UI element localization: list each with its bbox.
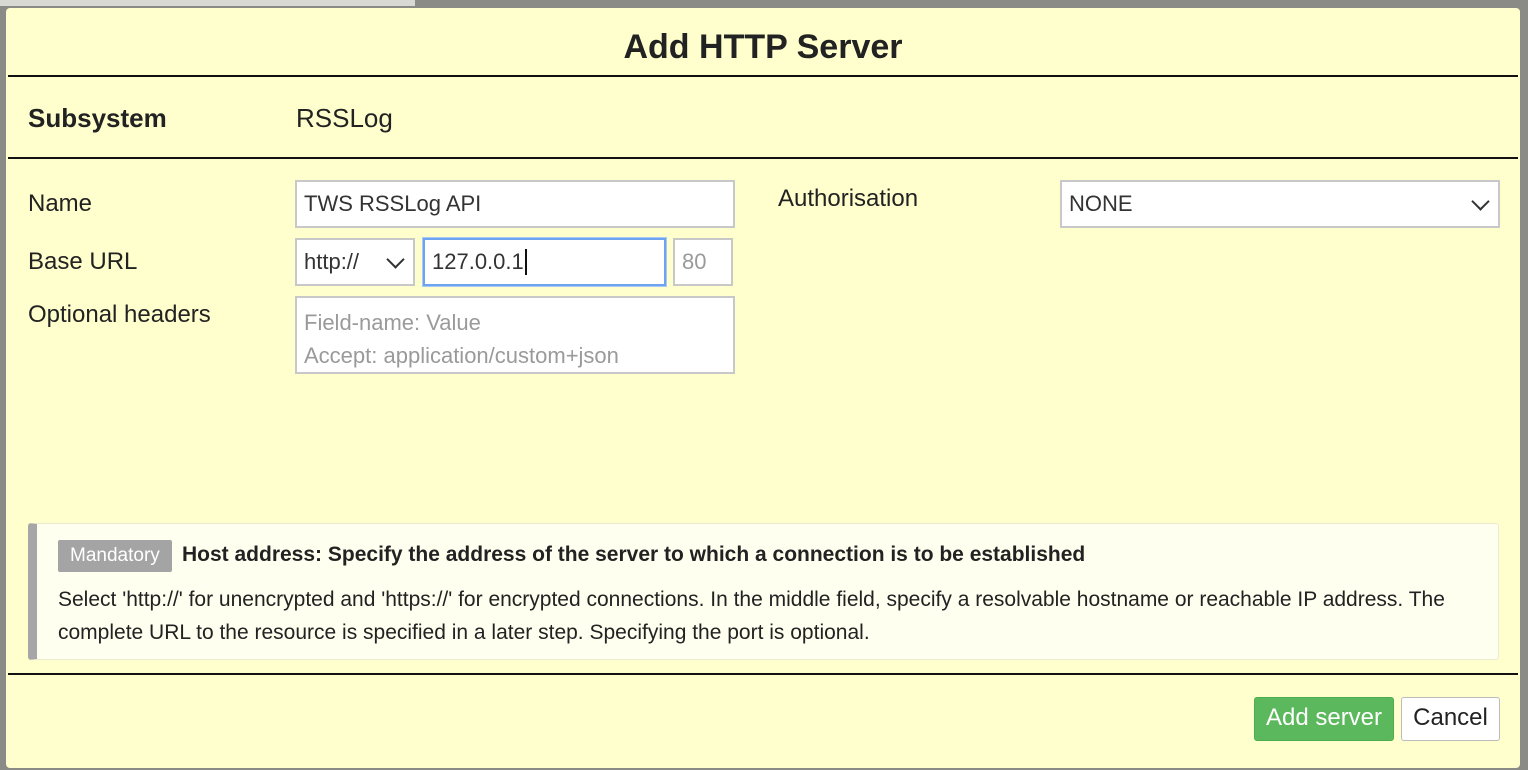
host-input[interactable]: 127.0.0.1 [423, 238, 666, 286]
optional-headers-textarea[interactable]: Field-name: Value Accept: application/cu… [295, 296, 735, 374]
headers-placeholder-line1: Field-name: Value [304, 310, 481, 335]
chevron-down-icon [1471, 192, 1490, 211]
scheme-select-value: http:// [304, 249, 360, 274]
help-text: Select 'http://' for unencrypted and 'ht… [58, 588, 1445, 644]
authorisation-select[interactable]: NONE [1060, 180, 1500, 228]
name-input[interactable]: TWS RSSLog API [295, 180, 735, 228]
name-input-value: TWS RSSLog API [304, 191, 482, 216]
port-input[interactable]: 80 [673, 238, 733, 286]
mandatory-badge: Mandatory [58, 540, 172, 572]
optional-headers-label: Optional headers [28, 301, 211, 328]
authorisation-label: Authorisation [778, 185, 919, 212]
help-title: Host address: Specify the address of the… [182, 543, 1086, 566]
headers-placeholder-line2: Accept: application/custom+json [304, 343, 619, 368]
add-server-button[interactable]: Add server [1254, 697, 1394, 741]
scheme-select[interactable]: http:// [295, 238, 415, 286]
subsystem-label: Subsystem [28, 103, 167, 133]
host-input-value: 127.0.0.1 [432, 249, 524, 274]
dialog-title: Add HTTP Server [623, 28, 903, 66]
add-http-server-dialog: Add HTTP Server Subsystem RSSLog Name TW… [6, 8, 1520, 768]
text-cursor [524, 249, 527, 275]
name-label: Name [28, 190, 93, 217]
cancel-button[interactable]: Cancel [1401, 697, 1500, 741]
subsystem-divider [8, 157, 1518, 159]
title-divider [8, 75, 1518, 77]
port-input-placeholder: 80 [682, 249, 707, 274]
chevron-down-icon [386, 250, 405, 269]
background-window-strip [0, 0, 415, 6]
subsystem-value: RSSLog [296, 103, 393, 133]
authorisation-select-value: NONE [1069, 191, 1133, 216]
base-url-label: Base URL [28, 248, 138, 275]
footer-divider [8, 673, 1518, 675]
help-box: Mandatory Host address: Specify the addr… [28, 523, 1499, 660]
